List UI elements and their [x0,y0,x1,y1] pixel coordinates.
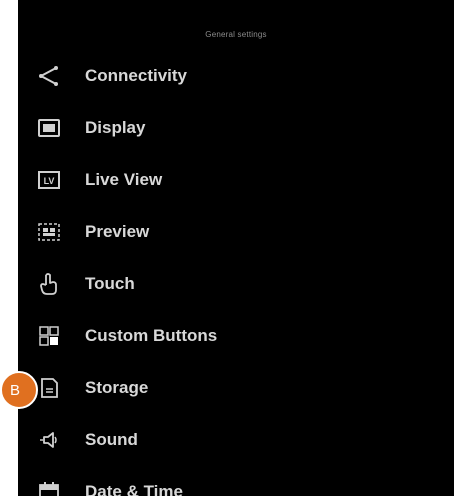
page-title: General settings [205,30,267,39]
menu-item-label: Touch [85,274,135,293]
live-view-icon: LV [37,168,61,192]
menu-item-label: Connectivity [85,66,188,85]
date-time-icon [37,480,61,496]
settings-menu: Connectivity Display LV Live View Previe… [18,50,454,496]
menu-item-label: Sound [85,430,138,449]
settings-panel: General settings Connectivity Display LV… [18,0,454,496]
menu-item-sound[interactable]: Sound [18,414,454,466]
menu-item-date-time[interactable]: Date & Time [18,466,454,496]
touch-icon [37,272,61,296]
menu-item-storage[interactable]: Storage [18,362,454,414]
menu-item-custom-buttons[interactable]: Custom Buttons [18,310,454,362]
preview-icon [37,220,61,244]
menu-item-label: Storage [85,378,149,397]
storage-icon [37,376,61,400]
svg-text:LV: LV [44,176,55,186]
display-icon [37,116,61,140]
callout-badge: B [0,371,38,409]
menu-item-connectivity[interactable]: Connectivity [18,50,454,102]
callout-label: B [9,381,20,399]
menu-item-label: Preview [85,222,150,241]
menu-item-label: Date & Time [85,482,183,496]
menu-item-label: Display [85,118,146,137]
share-icon [37,64,61,88]
custom-buttons-icon [37,324,61,348]
sound-icon [37,428,61,452]
menu-item-touch[interactable]: Touch [18,258,454,310]
menu-item-label: Custom Buttons [85,326,218,345]
menu-item-live-view[interactable]: LV Live View [18,154,454,206]
menu-item-preview[interactable]: Preview [18,206,454,258]
menu-item-label: Live View [85,170,163,189]
menu-item-display[interactable]: Display [18,102,454,154]
